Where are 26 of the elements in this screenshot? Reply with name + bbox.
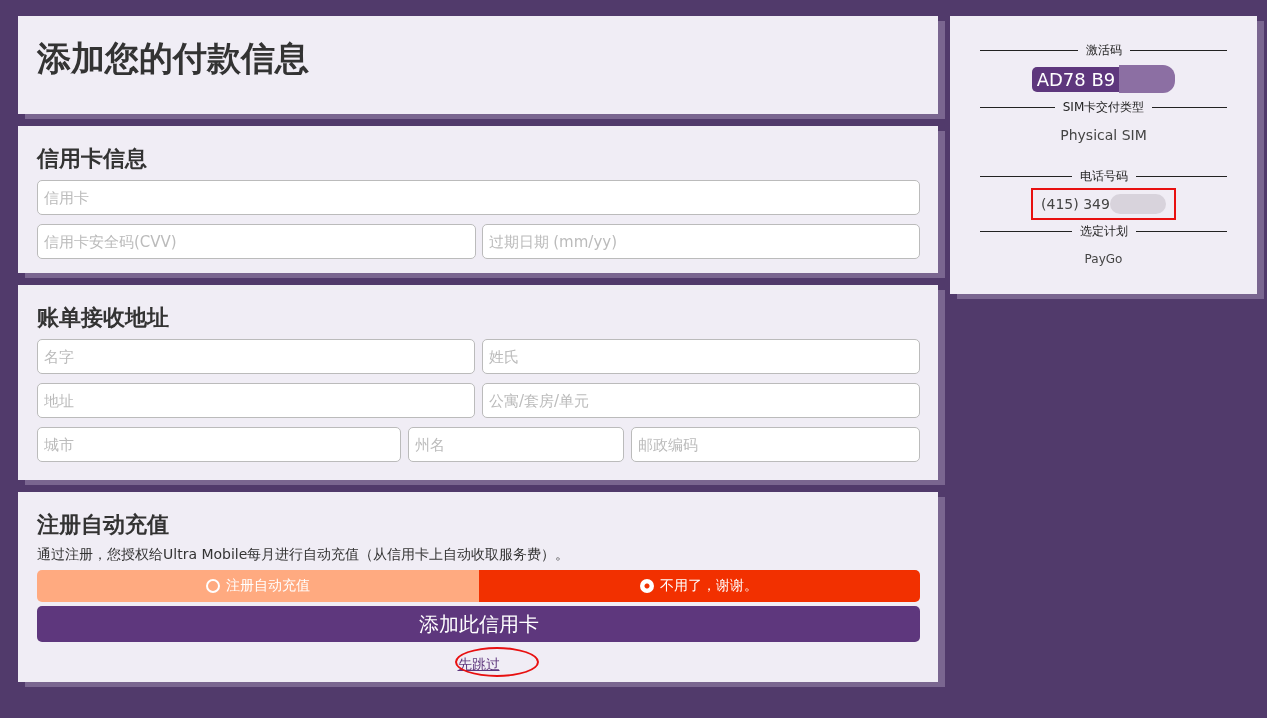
input-field[interactable]: 过期日期 (mm/yy) xyxy=(481,224,920,259)
input-field[interactable]: 信用卡 xyxy=(37,180,920,215)
summary-value: Physical SIM xyxy=(1060,127,1147,143)
section-heading: 注册自动充值 xyxy=(37,511,170,539)
input-field[interactable]: 邮政编码 xyxy=(631,427,920,462)
input-field[interactable]: 城市 xyxy=(37,427,401,462)
input-field[interactable]: 州名 xyxy=(408,427,624,462)
summary-label: SIM卡交付类型 xyxy=(1062,99,1145,116)
summary-label: 电话号码 xyxy=(1079,168,1128,185)
description-text: 通过注册，您授权给Ultra Mobile每月进行自动充值（从信用卡上自动收取服务费）。 xyxy=(37,546,571,564)
section-heading: 信用卡信息 xyxy=(37,145,148,173)
input-field[interactable]: 姓氏 xyxy=(482,339,920,374)
input-field[interactable]: 地址 xyxy=(37,383,475,418)
input-field[interactable]: 名字 xyxy=(37,339,475,374)
radio-option[interactable]: 不用了，谢谢。 xyxy=(478,570,920,602)
summary-value: AD78 B9 xyxy=(1031,66,1120,92)
add-card-button[interactable]: 添加此信用卡 xyxy=(37,606,920,642)
input-field[interactable]: 信用卡安全码(CVV) xyxy=(37,224,476,259)
input-field[interactable]: 公寓/套房/单元 xyxy=(482,383,920,418)
summary-value: (415) 349 xyxy=(1041,196,1110,212)
summary-label: 激活码 xyxy=(1085,42,1122,59)
section-heading: 账单接收地址 xyxy=(37,304,170,332)
skip-link[interactable]: 先跳过 xyxy=(457,656,500,672)
summary-label: 选定计划 xyxy=(1079,223,1128,240)
page-title: 添加您的付款信息 xyxy=(37,37,310,80)
summary-value: PayGo xyxy=(1084,252,1123,266)
